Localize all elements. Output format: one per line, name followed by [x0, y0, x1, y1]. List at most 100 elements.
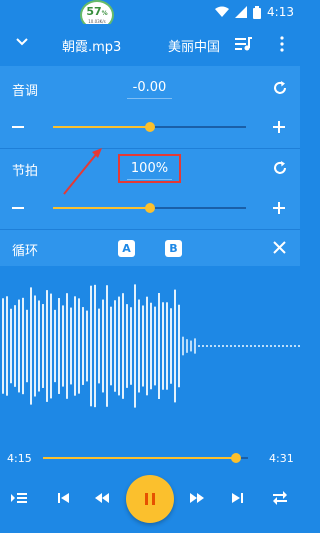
waveform-bar [182, 336, 184, 356]
pitch-value[interactable]: -0.00 [127, 80, 172, 95]
playback-progress-thumb[interactable] [230, 453, 241, 463]
waveform-bar [190, 340, 192, 352]
playback-progress-bar[interactable] [43, 453, 248, 463]
waveform-bar [186, 339, 188, 353]
next-track-button[interactable] [227, 490, 247, 506]
pitch-decrease-button[interactable] [12, 126, 24, 128]
waveform-bar [262, 345, 264, 347]
waveform-bar [14, 305, 16, 387]
queue-music-icon[interactable] [235, 36, 253, 52]
status-icons: 4:13 [215, 3, 294, 21]
loop-b-button[interactable]: B [165, 240, 182, 257]
waveform-bar [102, 299, 104, 393]
waveform-bar [126, 304, 128, 388]
waveform-bar [46, 290, 48, 402]
pitch-increase-button[interactable] [273, 121, 285, 133]
waveform-bar [218, 345, 220, 347]
close-icon[interactable] [273, 241, 286, 254]
skip-next-icon [232, 493, 243, 503]
fast-rewind-icon [95, 493, 109, 503]
waveform-bar [258, 345, 260, 347]
track-title: 朝霞.mp3 [62, 40, 122, 55]
waveform-bar [130, 307, 132, 385]
waveform-bar [2, 298, 4, 394]
tempo-slider-thumb[interactable] [144, 203, 155, 213]
loop-label: 循环 [12, 244, 39, 259]
fast-forward-button[interactable] [187, 490, 207, 506]
loop-a-button[interactable]: A [118, 240, 135, 257]
waveform-bar [154, 306, 156, 386]
previous-track-button[interactable] [54, 490, 74, 506]
clock: 4:13 [267, 5, 294, 19]
network-percent: 57 [86, 5, 102, 18]
waveform-bar [222, 345, 224, 347]
waveform-bar [42, 304, 44, 388]
waveform-bar [206, 345, 208, 347]
pause-button[interactable] [126, 475, 174, 523]
waveform-bar [74, 296, 76, 396]
waveform-bar [210, 345, 212, 347]
waveform-bar [54, 309, 56, 383]
waveform-bar [50, 293, 52, 399]
waveform-bar [114, 300, 116, 392]
waveform-bar [226, 345, 228, 347]
rewind-button[interactable] [92, 490, 112, 506]
waveform-bar [178, 304, 180, 388]
waveform-bar [158, 292, 160, 400]
waveform-bar [94, 284, 96, 408]
divider [0, 229, 300, 230]
waveform-bar [134, 284, 136, 408]
more-vert-icon[interactable] [280, 36, 284, 52]
pitch-slider[interactable] [53, 122, 246, 132]
pitch-value-underline [127, 98, 172, 99]
chevron-down-icon[interactable] [16, 38, 28, 46]
pitch-slider-fill [53, 126, 150, 128]
waveform-bar [70, 307, 72, 385]
repeat-mode-button[interactable] [270, 490, 290, 506]
pitch-label: 音调 [12, 84, 39, 99]
waveform-bar [6, 296, 8, 396]
waveform-bar [166, 302, 168, 390]
waveform-bar [250, 345, 252, 347]
tempo-highlight-box [118, 154, 181, 183]
battery-icon [253, 5, 262, 19]
waveform-bar [78, 298, 80, 394]
waveform-bar [254, 345, 256, 347]
waveform-bar [30, 287, 32, 405]
playback-progress-fill [43, 457, 236, 459]
waveform-bar [170, 308, 172, 384]
waveform-bar [62, 305, 64, 387]
playlist-mode-button[interactable] [9, 490, 29, 506]
total-time: 4:31 [269, 452, 294, 465]
waveform-bar [122, 293, 124, 399]
waveform-bar [174, 289, 176, 403]
skip-previous-icon [58, 493, 69, 503]
waveform-bar [274, 345, 276, 347]
waveform-bar [38, 300, 40, 392]
wifi-icon [215, 6, 230, 17]
waveform-bar [142, 305, 144, 387]
tempo-slider-fill [53, 207, 150, 209]
waveform-bar [282, 345, 284, 347]
tempo-slider[interactable] [53, 203, 246, 213]
waveform-bar [106, 285, 108, 407]
waveform-bar [278, 345, 280, 347]
waveform-bar [238, 345, 240, 347]
waveform-bar [202, 345, 204, 347]
pitch-reset-icon[interactable] [272, 80, 288, 96]
waveform-bar [194, 338, 196, 354]
waveform-bar [298, 345, 300, 347]
waveform-bar [66, 293, 68, 399]
tempo-increase-button[interactable] [273, 202, 285, 214]
waveform-bar [234, 345, 236, 347]
waveform-bar [110, 306, 112, 386]
signal-icon [235, 6, 248, 18]
pitch-slider-thumb[interactable] [144, 122, 155, 132]
waveform-bar [58, 298, 60, 394]
waveform[interactable] [0, 272, 300, 420]
waveform-bar [198, 345, 200, 347]
waveform-bar [26, 309, 28, 383]
tempo-decrease-button[interactable] [12, 207, 24, 209]
tempo-reset-icon[interactable] [272, 160, 288, 176]
waveform-bar [146, 296, 148, 396]
